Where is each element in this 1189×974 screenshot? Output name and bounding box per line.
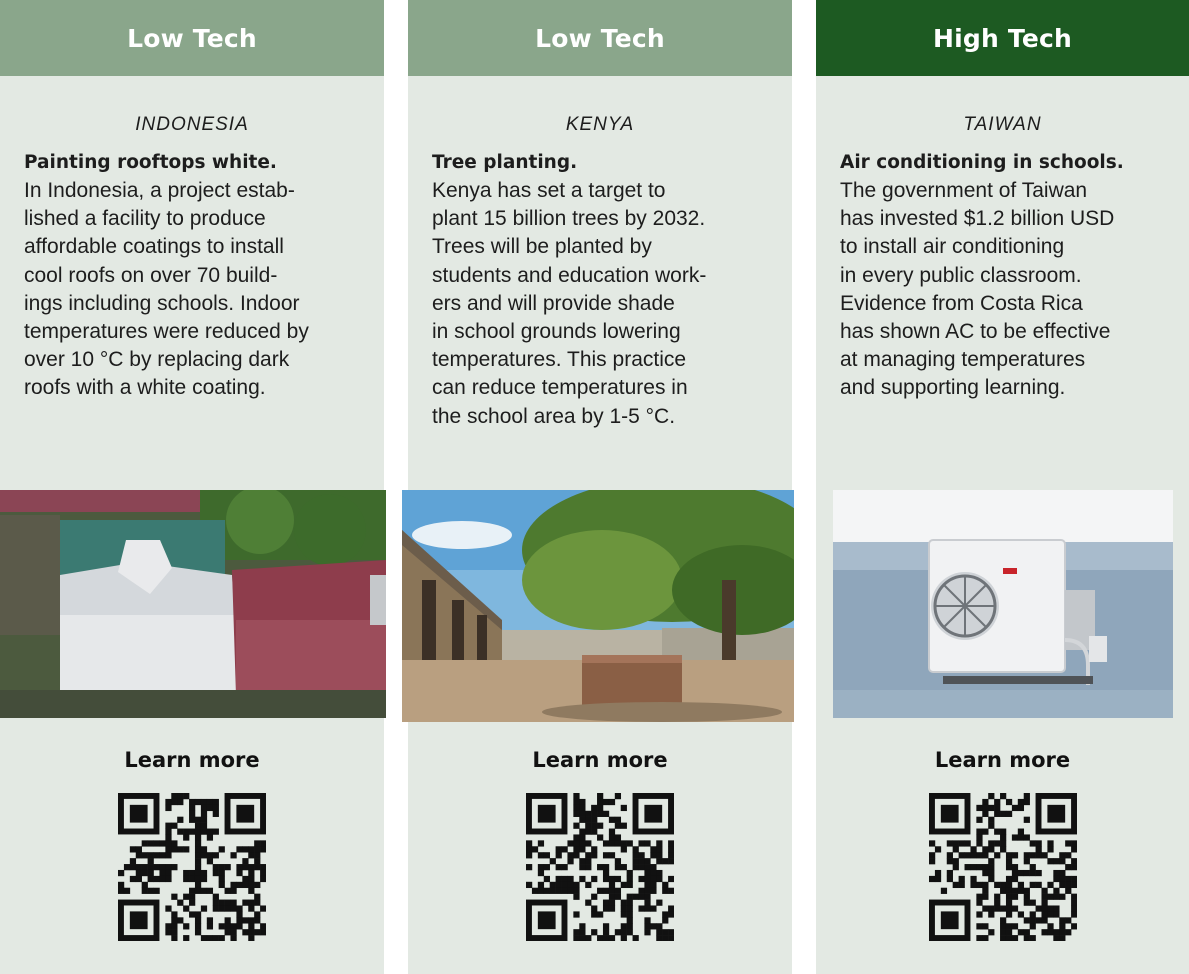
qr-code[interactable] bbox=[929, 793, 1077, 941]
body-line: temperatures. This practice bbox=[432, 348, 687, 372]
tag-label: Low Tech bbox=[535, 23, 665, 53]
body-line: ings including schools. Indoor bbox=[24, 291, 300, 315]
card-taiwan: High Tech TAIWAN Air conditioning in sch… bbox=[816, 0, 1189, 974]
schoolyard-tree-photo bbox=[402, 490, 794, 722]
tag-label: High Tech bbox=[933, 23, 1072, 53]
body-line: cool roofs on over 70 build- bbox=[24, 263, 278, 287]
tag-header: Low Tech bbox=[408, 0, 792, 76]
body-line: ers and will provide shade bbox=[432, 291, 675, 315]
body-line: students and education work- bbox=[432, 263, 707, 287]
body-line: roofs with a white coating. bbox=[24, 376, 266, 400]
body-line: in school grounds lowering bbox=[432, 319, 681, 343]
headline: Air conditioning in schools. bbox=[840, 152, 1124, 173]
body-line: The government of Taiwan bbox=[840, 179, 1088, 202]
country-label: TAIWAN bbox=[963, 114, 1042, 135]
body-line: and supporting learning. bbox=[840, 376, 1066, 400]
body-line: Trees will be planted by bbox=[432, 235, 652, 259]
headline: Painting rooftops white. bbox=[24, 152, 277, 173]
body-line: affordable coatings to install bbox=[24, 235, 284, 259]
text-block: Painting rooftops white. In Indonesia, a… bbox=[0, 149, 384, 403]
tag-header: Low Tech bbox=[0, 0, 384, 76]
body-line: can reduce temperatures in bbox=[432, 376, 688, 400]
country-label: KENYA bbox=[565, 114, 635, 135]
body-line: Kenya has set a target to bbox=[432, 179, 666, 202]
body-line: has invested $1.2 billion USD bbox=[840, 207, 1115, 231]
body-line: plant 15 billion trees by 2032. bbox=[432, 207, 706, 231]
country-label: INDONESIA bbox=[135, 114, 249, 135]
card-indonesia: Low Tech INDONESIA Painting rooftops whi… bbox=[0, 0, 386, 974]
air-conditioner-photo bbox=[833, 490, 1173, 718]
body-line: Evidence from Costa Rica bbox=[840, 291, 1083, 315]
tag-header: High Tech bbox=[816, 0, 1189, 76]
learn-more-label: Learn more bbox=[934, 748, 1071, 772]
text-block: Air conditioning in schools. The governm… bbox=[816, 149, 1189, 403]
body-line: the school area by 1-5 °C. bbox=[432, 404, 676, 428]
learn-more-label: Learn more bbox=[532, 748, 668, 772]
body-line: temperatures were reduced by bbox=[24, 319, 309, 343]
qr-code[interactable] bbox=[526, 793, 674, 941]
card-kenya: Low Tech KENYA Tree planting. Kenya has … bbox=[402, 0, 794, 974]
body-line: over 10 °C by replacing dark bbox=[24, 348, 290, 372]
body-line: has shown AC to be effective bbox=[840, 319, 1111, 343]
headline: Tree planting. bbox=[432, 152, 578, 173]
rooftop-photo bbox=[0, 490, 386, 718]
text-block: Tree planting. Kenya has set a target to… bbox=[408, 149, 792, 431]
body-line: lished a facility to produce bbox=[24, 207, 266, 231]
tag-label: Low Tech bbox=[127, 23, 257, 53]
body-line: to install air conditioning bbox=[840, 235, 1065, 259]
learn-more-label: Learn more bbox=[124, 748, 260, 772]
body-line: at managing temperatures bbox=[840, 348, 1086, 372]
body-line: in every public classroom. bbox=[840, 263, 1082, 287]
qr-code[interactable] bbox=[118, 793, 266, 941]
body-line: In Indonesia, a project estab- bbox=[24, 179, 295, 202]
